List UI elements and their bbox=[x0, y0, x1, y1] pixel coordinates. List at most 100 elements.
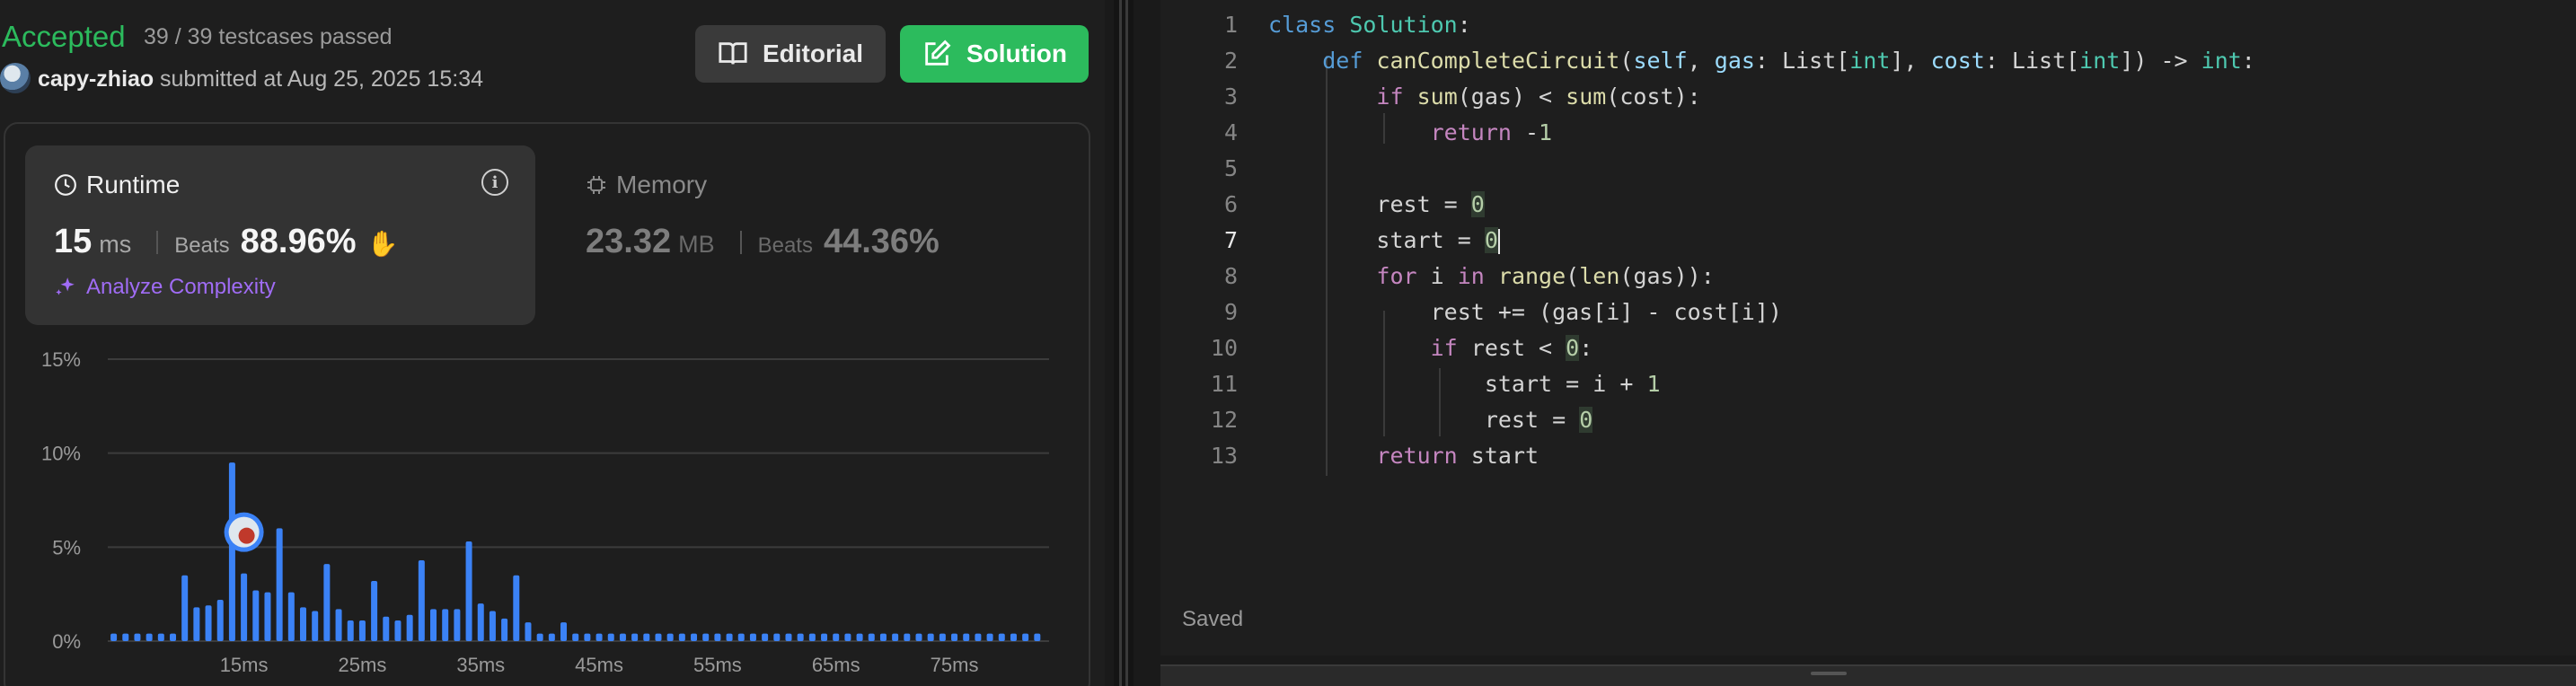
code-line[interactable]: 4 return -1 bbox=[1160, 115, 2576, 151]
chart-bar[interactable] bbox=[1034, 633, 1041, 641]
chart-bar[interactable] bbox=[347, 620, 354, 641]
chart-bar[interactable] bbox=[773, 633, 781, 641]
chart-bar[interactable] bbox=[228, 462, 235, 641]
chart-bar[interactable] bbox=[951, 633, 958, 641]
chart-bar[interactable] bbox=[749, 633, 756, 641]
chart-bar[interactable] bbox=[833, 633, 840, 641]
chart-bar[interactable] bbox=[808, 633, 816, 641]
chart-bar[interactable] bbox=[986, 633, 993, 641]
code-line-active[interactable]: 7 start = 0 bbox=[1160, 223, 2576, 259]
code-line[interactable]: 9 rest += (gas[i] - cost[i]) bbox=[1160, 295, 2576, 330]
chart-bar[interactable] bbox=[666, 633, 674, 641]
resize-grip[interactable] bbox=[1811, 672, 1847, 675]
chart-bar[interactable] bbox=[879, 633, 887, 641]
chart-bar[interactable] bbox=[406, 614, 413, 641]
code-line[interactable]: 3 if sum(gas) < sum(cost): bbox=[1160, 79, 2576, 115]
chart-bar[interactable] bbox=[643, 633, 650, 641]
chart-bar[interactable] bbox=[762, 633, 769, 641]
chart-bar[interactable] bbox=[193, 607, 200, 641]
chart-bar[interactable] bbox=[868, 633, 875, 641]
chart-bar[interactable] bbox=[287, 592, 295, 641]
runtime-card[interactable]: Runtime i 15 ms Beats 88.96% ✋ Analyze C… bbox=[25, 145, 535, 325]
chart-bar[interactable] bbox=[442, 609, 449, 641]
code-editor[interactable]: 1 class Solution: 2 def canCompleteCircui… bbox=[1160, 0, 2576, 655]
chart-bar[interactable] bbox=[122, 633, 129, 641]
chart-bar[interactable] bbox=[146, 633, 153, 641]
chart-bar[interactable] bbox=[915, 633, 922, 641]
code-line[interactable]: 1 class Solution: bbox=[1160, 7, 2576, 43]
code-line[interactable]: 12 rest = 0 bbox=[1160, 402, 2576, 438]
chart-bar[interactable] bbox=[785, 633, 792, 641]
chart-bar[interactable] bbox=[975, 633, 982, 641]
chart-bar[interactable] bbox=[465, 541, 472, 641]
chart-bar[interactable] bbox=[595, 633, 603, 641]
chart-bar[interactable] bbox=[513, 575, 520, 641]
chart-bar[interactable] bbox=[181, 575, 189, 641]
chart-bar[interactable] bbox=[358, 620, 366, 641]
code-line[interactable]: 6 rest = 0 bbox=[1160, 187, 2576, 223]
chart-bar[interactable] bbox=[323, 564, 331, 641]
chart-bar[interactable] bbox=[584, 633, 591, 641]
panel-resize-handle[interactable] bbox=[1114, 0, 1134, 686]
code-line[interactable]: 11 start = i + 1 bbox=[1160, 366, 2576, 402]
chart-bar[interactable] bbox=[963, 633, 970, 641]
chart-bar[interactable] bbox=[714, 633, 721, 641]
chart-bar[interactable] bbox=[655, 633, 662, 641]
chart-bar[interactable] bbox=[821, 633, 828, 641]
chart-bar[interactable] bbox=[927, 633, 934, 641]
chart-bar[interactable] bbox=[892, 633, 899, 641]
chart-bar[interactable] bbox=[1022, 633, 1029, 641]
chart-bar[interactable] bbox=[998, 633, 1005, 641]
chart-bar[interactable] bbox=[335, 609, 342, 641]
chart-bar[interactable] bbox=[856, 633, 863, 641]
chart-bar[interactable] bbox=[371, 581, 378, 641]
code-line[interactable]: 13 return start bbox=[1160, 438, 2576, 474]
chart-bar[interactable] bbox=[904, 633, 911, 641]
chart-bar[interactable] bbox=[489, 611, 496, 641]
code-line[interactable]: 8 for i in range(len(gas)): bbox=[1160, 259, 2576, 295]
console-resize-bar[interactable] bbox=[1160, 664, 2576, 686]
chart-bar[interactable] bbox=[939, 633, 946, 641]
code-line[interactable]: 10 if rest < 0: bbox=[1160, 330, 2576, 366]
chart-bar[interactable] bbox=[383, 616, 390, 641]
chart-bar[interactable] bbox=[607, 633, 614, 641]
code-line[interactable]: 2 def canCompleteCircuit(self, gas: List… bbox=[1160, 43, 2576, 79]
chart-bar[interactable] bbox=[560, 622, 568, 641]
chart-bar[interactable] bbox=[454, 609, 461, 641]
chart-bar[interactable] bbox=[312, 611, 319, 641]
chart-bar[interactable] bbox=[619, 633, 626, 641]
chart-bar[interactable] bbox=[394, 620, 401, 641]
solution-button[interactable]: Solution bbox=[900, 25, 1089, 83]
user-avatar-marker[interactable] bbox=[224, 512, 264, 552]
memory-header[interactable]: Memory bbox=[586, 171, 707, 199]
chart-bar[interactable] bbox=[110, 633, 118, 641]
chart-bar[interactable] bbox=[631, 633, 639, 641]
code-line[interactable]: 5 bbox=[1160, 151, 2576, 187]
chart-bar[interactable] bbox=[525, 622, 532, 641]
chart-bar[interactable] bbox=[241, 573, 248, 641]
chart-bar[interactable] bbox=[264, 592, 271, 641]
chart-bar[interactable] bbox=[548, 633, 555, 641]
info-icon[interactable]: i bbox=[481, 169, 508, 196]
chart-bar[interactable] bbox=[216, 599, 224, 641]
chart-bar[interactable] bbox=[205, 605, 212, 641]
chart-bar[interactable] bbox=[300, 607, 307, 641]
chart-bar[interactable] bbox=[691, 633, 698, 641]
chart-bar[interactable] bbox=[134, 633, 141, 641]
author-name[interactable]: capy-zhiao bbox=[38, 66, 154, 92]
chart-bar[interactable] bbox=[430, 609, 437, 641]
runtime-distribution-chart[interactable]: 15% 10% 5% 0% 15ms 25ms 35ms 45ms 55ms 65ms 75ms bbox=[0, 341, 1105, 686]
chart-bar[interactable] bbox=[477, 603, 484, 641]
chart-bar[interactable] bbox=[418, 559, 425, 641]
chart-bar[interactable] bbox=[276, 528, 283, 641]
chart-bar[interactable] bbox=[252, 590, 260, 641]
chart-bar[interactable] bbox=[157, 633, 164, 641]
chart-bar[interactable] bbox=[702, 633, 710, 641]
chart-bar[interactable] bbox=[678, 633, 685, 641]
chart-bar[interactable] bbox=[1010, 633, 1017, 641]
chart-bar[interactable] bbox=[536, 633, 543, 641]
chart-bar[interactable] bbox=[737, 633, 745, 641]
chart-bar[interactable] bbox=[797, 633, 804, 641]
avatar[interactable] bbox=[0, 63, 31, 93]
chart-bar[interactable] bbox=[572, 633, 579, 641]
